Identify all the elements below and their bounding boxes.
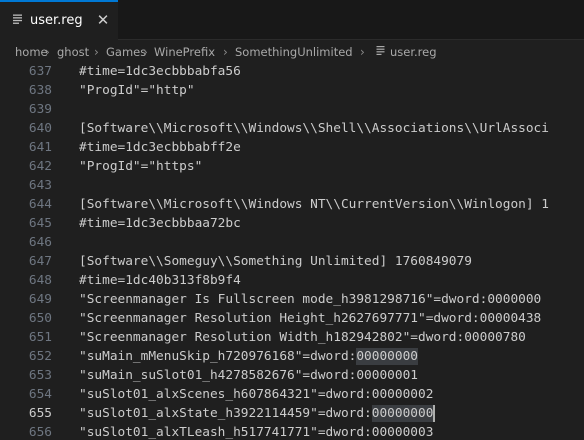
code-text: "ProgId"="http" [79,83,195,98]
code-line[interactable]: 649 "Screenmanager Is Fullscreen mode_h39… [0,290,584,309]
line-number: 638 [28,83,52,98]
line-number: 652 [28,349,52,364]
line-number: 643 [28,178,52,193]
breadcrumb-item-games[interactable]: Games [106,44,146,60]
code-text: "suMain_suSlot01_h4278582676"=dword:0000… [79,368,418,383]
breadcrumb-item-somethingunlimited[interactable]: SomethingUnlimited [235,44,353,60]
code-line[interactable]: 652 "suMain_mMenuSkip_h720976168"=dword:0… [0,347,584,366]
code-line[interactable]: 639 [0,100,584,119]
code-text: "suSlot01_alxTLeash_h517741771"=dword:00… [79,425,434,440]
code-text: "suSlot01_alxState_h3922114459"=dword:00… [79,406,434,421]
code-line[interactable]: 644 [Software\\Microsoft\\Windows NT\\Cur… [0,195,584,214]
code-text: [Software\\Microsoft\\Windows\\Shell\\As… [79,121,549,136]
line-number: 648 [28,273,52,288]
code-line[interactable]: 645 #time=1dc3ecbbbaa72bc [0,214,584,233]
code-line[interactable]: 651 "Screenmanager Resolution Width_h1829… [0,328,584,347]
code-line[interactable]: 656 "suSlot01_alxTLeash_h517741771"=dword… [0,423,584,440]
code-text: #time=1dc3ecbbbabfa56 [79,64,241,79]
active-tab-indicator [0,0,118,2]
code-line[interactable]: 648 #time=1dc40b313f8b9f4 [0,271,584,290]
file-lines-icon [376,46,385,55]
line-number: 642 [28,159,52,174]
line-number: 640 [28,121,52,136]
breadcrumb-separator: › [223,45,228,59]
code-line[interactable]: 650 "Screenmanager Resolution Height_h262… [0,309,584,328]
file-lines-icon [13,14,22,24]
tab-title: user.reg [30,13,83,28]
line-number: 646 [28,235,52,250]
line-number: 653 [28,368,52,383]
code-line[interactable]: 647 [Software\\Someguy\\Something Unlimit… [0,252,584,271]
breadcrumb-separator: › [143,45,148,59]
line-number: 641 [28,140,52,155]
line-number: 647 [28,254,52,269]
code-text: "Screenmanager Resolution Height_h262769… [79,311,542,326]
breadcrumb-item-home[interactable]: home [15,44,48,60]
breadcrumb-separator: › [45,45,50,59]
line-number: 654 [28,387,52,402]
line-number: 645 [28,216,52,231]
code-text: "Screenmanager Is Fullscreen mode_h39812… [79,292,542,307]
code-text: "Screenmanager Resolution Width_h1829428… [79,330,526,345]
breadcrumb-separator: › [94,45,99,59]
breadcrumb-item-wineprefix[interactable]: WinePrefix [154,44,215,60]
code-line[interactable]: 643 [0,176,584,195]
tab-bar: user.reg ✕ [0,0,584,40]
code-line[interactable]: 654 "suSlot01_alxScenes_h607864321"=dword… [0,385,584,404]
line-number: 639 [28,102,52,117]
code-line[interactable]: 637 #time=1dc3ecbbbabfa56 [0,62,584,81]
code-text: #time=1dc40b313f8b9f4 [79,273,241,288]
code-line[interactable]: 640 [Software\\Microsoft\\Windows\\Shell\… [0,119,584,138]
code-text: "suMain_mMenuSkip_h720976168"=dword:0000… [79,349,418,364]
code-line[interactable]: 642 "ProgId"="https" [0,157,584,176]
code-line[interactable]: 638 "ProgId"="http" [0,81,584,100]
line-number: 649 [28,292,52,307]
line-number: 637 [28,64,52,79]
code-line[interactable]: 655 "suSlot01_alxState_h3922114459"=dword… [0,404,584,423]
line-number: 655 [28,406,52,421]
code-text: [Software\\Someguy\\Something Unlimited]… [79,254,472,269]
code-text: [Software\\Microsoft\\Windows NT\\Curren… [79,197,549,212]
text-cursor [433,405,436,422]
line-number: 656 [28,425,52,440]
code-text: "suSlot01_alxScenes_h607864321"=dword:00… [79,387,434,402]
line-number: 651 [28,330,52,345]
close-icon[interactable]: ✕ [96,13,110,28]
breadcrumb: home › ghost › Games › WinePrefix › Some… [0,41,584,63]
code-editor[interactable]: 637 #time=1dc3ecbbbabfa56 638 "ProgId"="htt… [0,62,584,440]
breadcrumb-item-user-reg[interactable]: user.reg [390,44,437,60]
line-number: 650 [28,311,52,326]
breadcrumb-separator: › [360,45,365,59]
code-text: #time=1dc3ecbbbabff2e [79,140,241,155]
code-line[interactable]: 646 [0,233,584,252]
tab-user-reg[interactable]: user.reg ✕ [0,0,118,40]
line-number: 644 [28,197,52,212]
code-line[interactable]: 653 "suMain_suSlot01_h4278582676"=dword:0… [0,366,584,385]
code-text: "ProgId"="https" [79,159,203,174]
code-line[interactable]: 641 #time=1dc3ecbbbabff2e [0,138,584,157]
breadcrumb-item-ghost[interactable]: ghost [57,44,89,60]
code-text: #time=1dc3ecbbbaa72bc [79,216,241,231]
